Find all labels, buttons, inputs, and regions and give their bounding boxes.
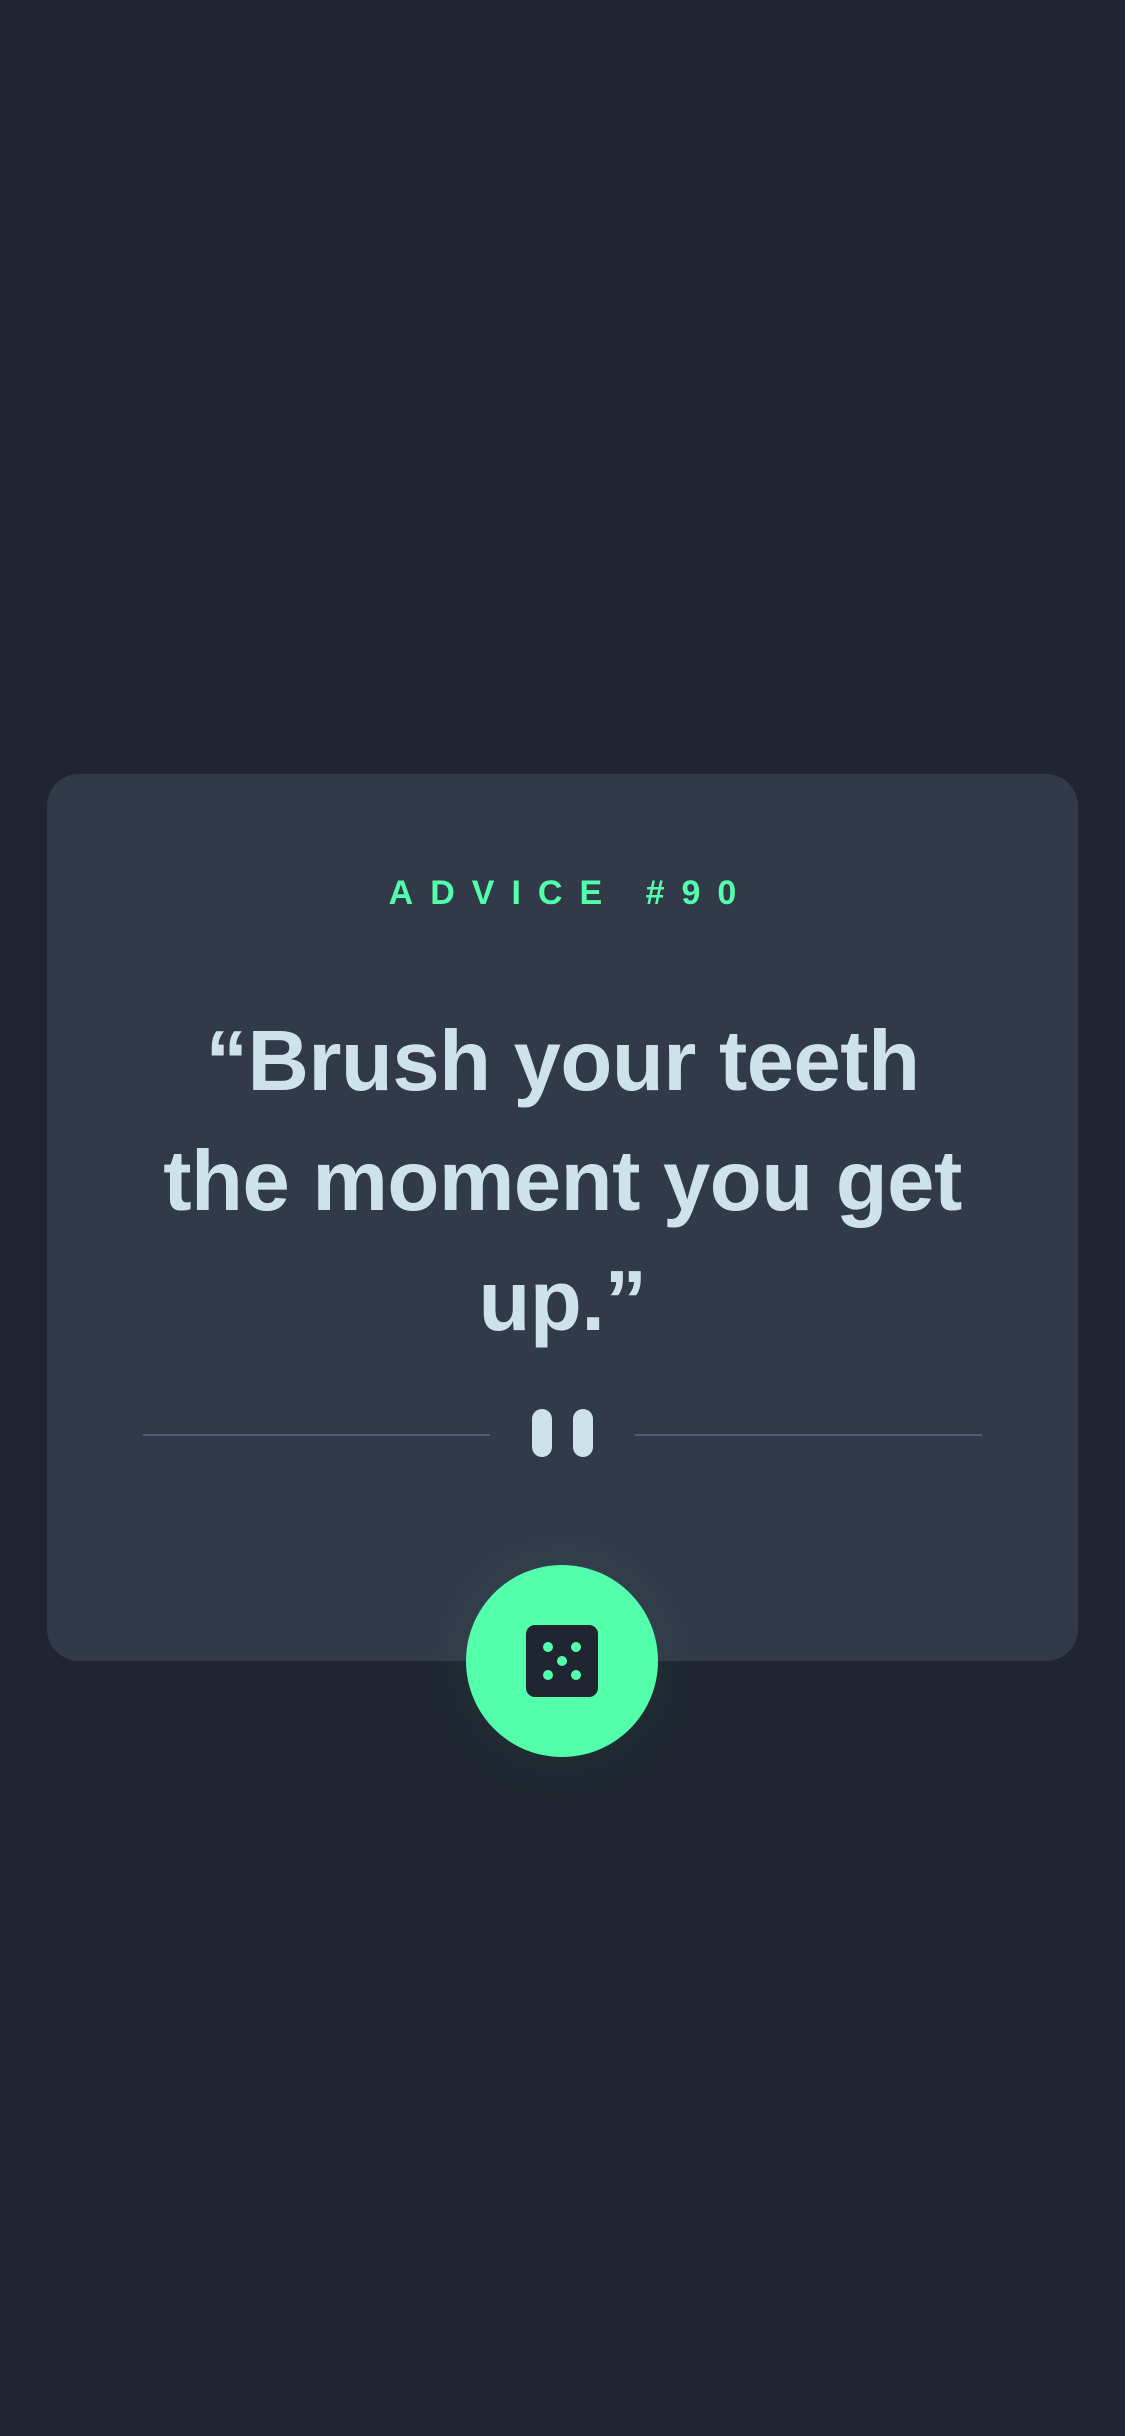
advice-number-label: ADVICE #90 <box>388 874 754 912</box>
divider-line-left <box>143 1434 490 1436</box>
pause-icon <box>532 1409 593 1461</box>
divider-line-right <box>635 1434 982 1436</box>
generate-advice-button[interactable] <box>466 1565 658 1757</box>
dice-icon <box>526 1625 598 1697</box>
pattern-divider <box>143 1409 982 1461</box>
advice-card: ADVICE #90 “Brush your teeth the moment … <box>47 774 1078 1661</box>
pause-bar-left <box>532 1409 552 1457</box>
advice-quote: “Brush your teeth the moment you get up.… <box>163 1014 962 1349</box>
pause-bar-right <box>573 1409 593 1457</box>
